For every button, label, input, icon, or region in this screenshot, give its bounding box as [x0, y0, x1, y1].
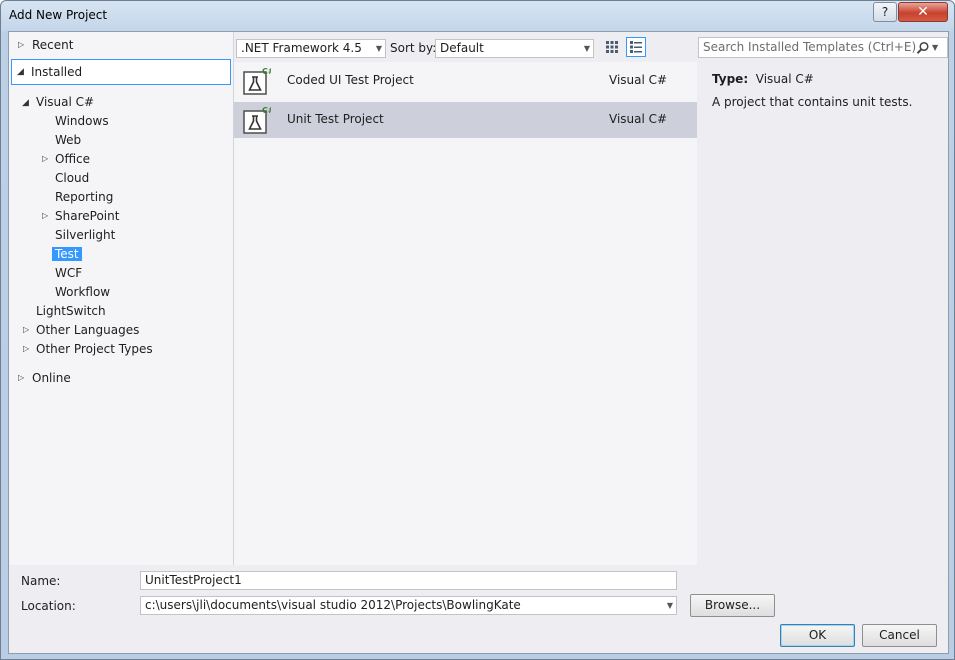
- chevron-down-icon[interactable]: ▼: [932, 38, 938, 57]
- chevron-down-icon[interactable]: ▼: [667, 597, 673, 614]
- template-description: A project that contains unit tests.: [712, 95, 913, 109]
- expand-arrow-icon[interactable]: ▷: [23, 325, 29, 334]
- template-item-unit-test[interactable]: C# Unit Test Project Visual C#: [234, 102, 697, 138]
- dialog-client-area: ▷ Recent ◢ Installed ◢ Visual C# Windows…: [8, 31, 949, 654]
- search-templates-input[interactable]: Search Installed Templates (Ctrl+E) ▼: [698, 37, 948, 58]
- tree-item-other-languages[interactable]: Other Languages: [36, 321, 139, 339]
- tree-item-workflow[interactable]: Workflow: [55, 283, 110, 301]
- close-button[interactable]: ✕: [898, 2, 948, 22]
- tree-item-recent[interactable]: Recent: [32, 36, 73, 54]
- tree-item-office[interactable]: Office: [55, 150, 90, 168]
- title-bar: Add New Project ? ✕: [1, 1, 954, 31]
- add-new-project-dialog: Add New Project ? ✕ ▷ Recent ◢ Installed…: [0, 0, 955, 660]
- name-value: UnitTestProject1: [145, 573, 242, 587]
- template-tree: ▷ Recent ◢ Installed ◢ Visual C# Windows…: [9, 32, 234, 565]
- csharp-badge: C#: [262, 67, 271, 76]
- framework-dropdown[interactable]: .NET Framework 4.5 ▼: [236, 39, 386, 58]
- template-language: Visual C#: [609, 112, 668, 126]
- sort-value: Default: [440, 41, 484, 55]
- name-label: Name:: [21, 574, 61, 588]
- location-label: Location:: [21, 599, 76, 613]
- chevron-down-icon: ▼: [583, 44, 590, 53]
- tree-item-visual-csharp[interactable]: Visual C#: [36, 93, 94, 111]
- browse-button[interactable]: Browse...: [690, 594, 775, 617]
- sort-by-label: Sort by:: [390, 41, 437, 55]
- window-title: Add New Project: [9, 8, 108, 22]
- list-view-icon[interactable]: [626, 37, 646, 57]
- expand-arrow-icon[interactable]: ▷: [23, 344, 29, 353]
- cancel-button[interactable]: Cancel: [862, 624, 937, 647]
- collapse-arrow-icon[interactable]: ◢: [17, 67, 24, 77]
- template-item-coded-ui[interactable]: C# Coded UI Test Project Visual C#: [234, 63, 697, 99]
- collapse-arrow-icon[interactable]: ◢: [22, 98, 29, 108]
- tree-item-test-label: Test: [52, 247, 82, 261]
- tree-item-lightswitch[interactable]: LightSwitch: [36, 302, 106, 320]
- tree-item-installed[interactable]: Installed: [31, 63, 82, 81]
- tree-item-silverlight[interactable]: Silverlight: [55, 226, 115, 244]
- search-icon[interactable]: [916, 41, 930, 55]
- template-name: Unit Test Project: [287, 112, 384, 126]
- tree-item-windows[interactable]: Windows: [55, 112, 109, 130]
- expand-arrow-icon[interactable]: ▷: [18, 373, 24, 382]
- template-language: Visual C#: [609, 73, 668, 87]
- type-label: Type:: [712, 72, 749, 86]
- expand-arrow-icon[interactable]: ▷: [42, 211, 48, 220]
- test-project-icon: C#: [243, 106, 271, 134]
- expand-arrow-icon[interactable]: ▷: [42, 154, 48, 163]
- tree-item-cloud[interactable]: Cloud: [55, 169, 89, 187]
- tree-item-test[interactable]: Test: [52, 245, 82, 263]
- tree-item-sharepoint[interactable]: SharePoint: [55, 207, 119, 225]
- tree-item-wcf[interactable]: WCF: [55, 264, 82, 282]
- template-details: Type: Visual C# A project that contains …: [698, 62, 948, 565]
- expand-arrow-icon[interactable]: ▷: [18, 40, 24, 49]
- template-list: C# Coded UI Test Project Visual C# C# Un…: [234, 62, 697, 565]
- help-button[interactable]: ?: [873, 2, 897, 22]
- type-value: Visual C#: [755, 72, 814, 86]
- tree-item-web[interactable]: Web: [55, 131, 81, 149]
- framework-value: .NET Framework 4.5: [241, 41, 362, 55]
- csharp-badge: C#: [262, 106, 271, 115]
- tree-item-online[interactable]: Online: [32, 369, 71, 387]
- template-name: Coded UI Test Project: [287, 73, 414, 87]
- tree-item-reporting[interactable]: Reporting: [55, 188, 113, 206]
- tree-item-other-project-types[interactable]: Other Project Types: [36, 340, 153, 358]
- location-combo[interactable]: c:\users\jli\documents\visual studio 201…: [140, 596, 677, 615]
- location-value: c:\users\jli\documents\visual studio 201…: [145, 598, 521, 612]
- small-icons-view-icon[interactable]: [603, 38, 621, 56]
- sort-dropdown[interactable]: Default ▼: [435, 39, 594, 58]
- type-row: Type: Visual C#: [712, 72, 814, 86]
- test-project-icon: C#: [243, 67, 271, 95]
- ok-button[interactable]: OK: [780, 624, 855, 647]
- search-placeholder: Search Installed Templates (Ctrl+E): [703, 40, 917, 54]
- chevron-down-icon: ▼: [375, 44, 382, 53]
- name-input[interactable]: UnitTestProject1: [140, 571, 677, 590]
